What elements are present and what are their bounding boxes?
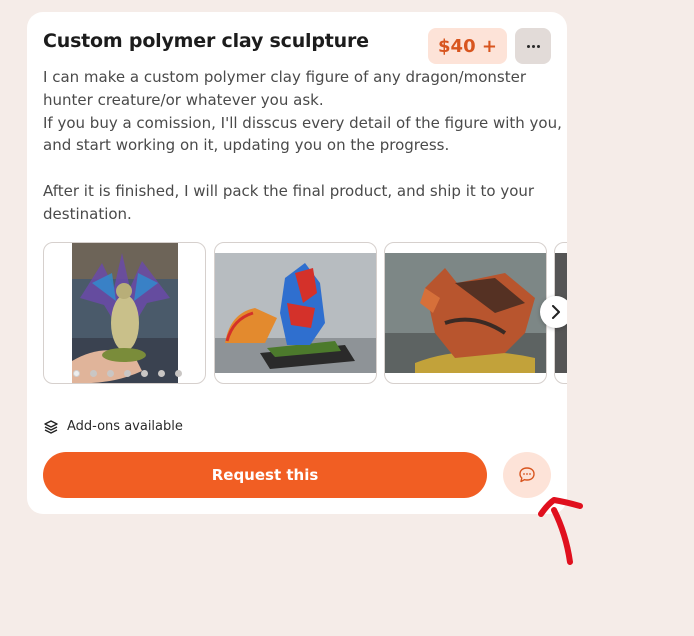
gallery-image[interactable] <box>43 242 206 384</box>
pagination-dot[interactable] <box>141 370 148 377</box>
gallery-next-button[interactable] <box>540 296 567 328</box>
pagination-dot[interactable] <box>175 370 182 377</box>
addons-indicator: Add-ons available <box>43 418 183 434</box>
ellipsis-icon <box>526 44 540 48</box>
description-blank-line <box>43 157 555 180</box>
description-line: I can make a custom polymer clay figure … <box>43 68 527 86</box>
listing-description: I can make a custom polymer clay figure … <box>43 66 562 226</box>
chat-bubble-icon <box>519 467 535 483</box>
description-line: After it is finished, I will pack the fi… <box>43 181 535 200</box>
request-button[interactable]: Request this <box>43 452 487 498</box>
pagination-dot[interactable] <box>73 370 80 377</box>
listing-title: Custom polymer clay sculpture <box>43 30 369 52</box>
description-line: If you buy a comission, I'll disscus eve… <box>43 113 562 132</box>
description-line: destination. <box>43 204 132 223</box>
pagination-dot[interactable] <box>107 370 114 377</box>
blue-red-dragon-photo <box>215 253 376 373</box>
winged-dragon-photo <box>72 243 178 383</box>
more-options-button[interactable] <box>515 28 551 64</box>
chat-button[interactable] <box>503 452 551 498</box>
orange-dragon-photo <box>385 253 546 373</box>
layers-icon <box>44 420 58 434</box>
description-line: and start working on it, updating you on… <box>43 136 450 155</box>
gallery-image[interactable] <box>384 242 547 384</box>
pagination-dot[interactable] <box>158 370 165 377</box>
price-badge: $40 + <box>428 28 507 64</box>
listing-card: Custom polymer clay sculpture $40 + I ca… <box>27 12 567 514</box>
addons-label: Add-ons available <box>67 418 183 434</box>
pagination-dot[interactable] <box>90 370 97 377</box>
image-gallery <box>43 242 567 384</box>
gallery-pagination <box>73 370 182 377</box>
annotation-arrow-icon <box>538 497 583 565</box>
description-line: hunter creature/or whatever you ask. <box>43 90 324 109</box>
gallery-image[interactable] <box>214 242 377 384</box>
pagination-dot[interactable] <box>124 370 131 377</box>
chevron-right-icon <box>552 305 560 319</box>
